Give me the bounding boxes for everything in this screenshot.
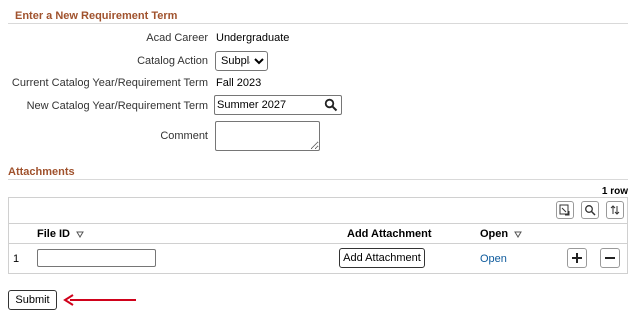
magnifier-icon[interactable] (324, 98, 338, 112)
file-id-header-label: File ID (37, 228, 71, 240)
section-title-requirement: Enter a New Requirement Term (15, 10, 178, 22)
submit-button[interactable]: Submit (8, 290, 57, 310)
export-icon (559, 204, 570, 216)
open-column-header[interactable]: Open (480, 228, 523, 240)
section-divider (8, 179, 628, 180)
search-icon (585, 205, 596, 216)
current-term-value: Fall 2023 (216, 77, 262, 89)
attachments-grid: File ID Add Attachment Open 1 Add Attach… (8, 197, 628, 274)
comment-textarea[interactable] (215, 121, 320, 151)
grid-search-button[interactable] (581, 201, 599, 219)
grid-sort-button[interactable] (606, 201, 624, 219)
row-number: 1 (13, 253, 20, 265)
delete-row-button[interactable] (600, 248, 620, 268)
grid-header: File ID Add Attachment Open (9, 224, 627, 244)
section-divider (8, 23, 628, 24)
add-row-button[interactable] (567, 248, 587, 268)
row-count: 1 row (601, 186, 628, 197)
new-term-search-field[interactable] (214, 95, 342, 115)
add-attachment-button[interactable]: Add Attachment (339, 248, 425, 268)
new-term-label: New Catalog Year/Requirement Term (26, 100, 208, 112)
section-title-attachments: Attachments (8, 166, 75, 178)
catalog-action-select[interactable]: Subplan (215, 51, 268, 71)
table-row: 1 Add Attachment Open (9, 244, 627, 274)
new-term-input[interactable] (217, 97, 321, 112)
current-term-label: Current Catalog Year/Requirement Term (11, 77, 208, 89)
open-link[interactable]: Open (480, 253, 507, 265)
minus-icon (605, 257, 615, 259)
acad-career-value: Undergraduate (216, 32, 290, 44)
sort-icon (76, 231, 84, 239)
file-id-column-header[interactable]: File ID (37, 228, 84, 240)
acad-career-label: Acad Career (146, 32, 208, 44)
plus-icon (572, 253, 582, 263)
open-header-label: Open (480, 228, 509, 240)
catalog-action-label: Catalog Action (137, 55, 208, 67)
file-id-input[interactable] (37, 249, 156, 267)
grid-toolbar (9, 198, 627, 224)
add-attachment-column-header: Add Attachment (347, 228, 432, 240)
export-button[interactable] (556, 201, 574, 219)
comment-label: Comment (160, 130, 208, 142)
sort-icon (514, 231, 523, 239)
sort-icon (610, 205, 620, 215)
arrow-icon (63, 294, 136, 306)
